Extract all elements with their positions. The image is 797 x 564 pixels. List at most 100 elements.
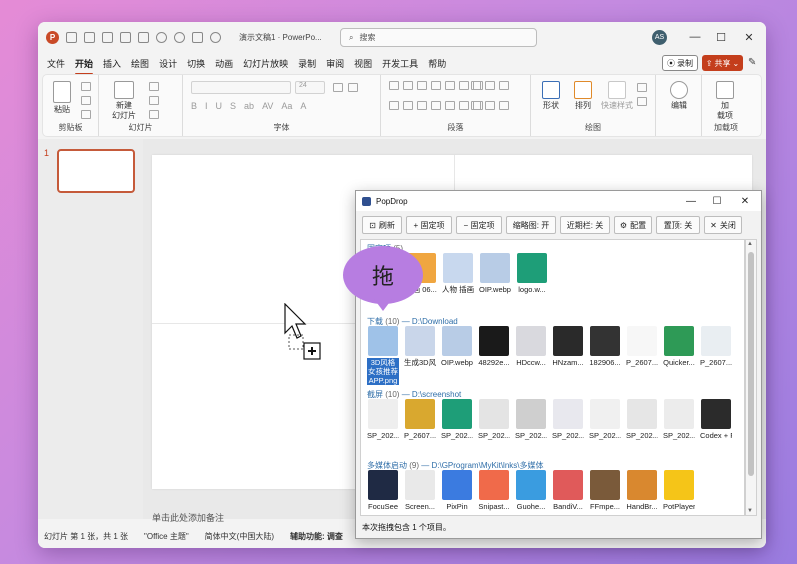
save-icon[interactable] (120, 31, 131, 43)
format-painter-icon[interactable] (81, 110, 91, 119)
popdrop-close-icon[interactable]: ✕ (732, 191, 758, 211)
file-item[interactable]: 48292e... (478, 326, 510, 385)
file-item[interactable]: PixPin (441, 470, 473, 511)
file-item[interactable]: OIP.webp (479, 253, 511, 294)
file-item[interactable]: FFmpe... (589, 470, 621, 511)
open-icon[interactable] (138, 31, 149, 43)
toolbar-button-0[interactable]: ⊡ 刷新 (362, 216, 402, 234)
copy-icon[interactable] (81, 96, 91, 105)
scroll-up-icon[interactable]: ▲ (747, 241, 753, 247)
new-file-icon[interactable] (102, 31, 113, 43)
file-item[interactable]: OIP.webp (441, 326, 473, 385)
font-format-button-3[interactable]: S (230, 101, 236, 111)
paragraph-button-icon[interactable] (485, 81, 495, 90)
shape-outline-icon[interactable] (637, 97, 647, 106)
toolbar-button-1[interactable]: + 固定项 (406, 216, 452, 234)
file-item[interactable]: 182906... (589, 326, 621, 385)
file-item[interactable]: BandiV... (552, 470, 584, 511)
addin-button[interactable]: 加 载项 (712, 81, 738, 121)
close-icon[interactable]: ✕ (732, 22, 766, 52)
paragraph-button-icon[interactable] (459, 101, 469, 110)
tab-11[interactable]: 开发工具 (382, 55, 418, 72)
file-item[interactable]: 人物 插画 参考 10... (442, 253, 474, 294)
paragraph-button-icon[interactable] (431, 81, 441, 90)
edit-button[interactable]: 编辑 (666, 81, 692, 111)
scroll-down-icon[interactable]: ▼ (747, 508, 753, 514)
paragraph-button-icon[interactable] (459, 81, 469, 90)
font-format-button-7[interactable]: A (300, 101, 306, 111)
quick-style-button[interactable]: 快速样式 (601, 81, 633, 111)
toolbar-button-5[interactable]: ⚙ 配置 (614, 216, 652, 234)
scrollbar-thumb[interactable] (748, 252, 754, 476)
paragraph-button-icon[interactable] (389, 101, 399, 110)
paragraph-button-icon[interactable] (445, 81, 455, 90)
file-item[interactable]: Quicker... (663, 326, 695, 385)
file-item[interactable]: P_2607... (700, 326, 732, 385)
file-item[interactable]: SP_202... (478, 399, 510, 440)
language[interactable]: 简体中文(中国大陆) (205, 531, 274, 542)
home-icon[interactable] (84, 31, 95, 43)
shape-button[interactable]: 形状 (537, 81, 565, 111)
cut-icon[interactable] (81, 82, 91, 91)
font-format-button-4[interactable]: ab (244, 101, 254, 111)
paragraph-button-icon[interactable] (471, 81, 481, 90)
tab-3[interactable]: 绘图 (131, 55, 149, 72)
popdrop-maximize-icon[interactable]: ☐ (704, 191, 730, 211)
file-item[interactable]: logo.w... (516, 253, 548, 294)
tab-10[interactable]: 视图 (354, 55, 372, 72)
paragraph-button-icon[interactable] (499, 81, 509, 90)
paragraph-button-icon[interactable] (389, 81, 399, 90)
tab-6[interactable]: 动画 (215, 55, 233, 72)
paragraph-button-icon[interactable] (499, 101, 509, 110)
file-item[interactable]: HNzam... (552, 326, 584, 385)
avatar[interactable]: AS (652, 30, 667, 45)
file-item[interactable]: FocuSee (367, 470, 399, 511)
undo-icon[interactable] (156, 31, 167, 43)
file-item[interactable]: HDccw... (515, 326, 547, 385)
toolbar-button-2[interactable]: − 固定项 (456, 216, 502, 234)
slide-thumbnail[interactable] (57, 149, 135, 193)
paragraph-button-icon[interactable] (403, 101, 413, 110)
tab-7[interactable]: 幻灯片放映 (243, 55, 288, 72)
font-family-select[interactable] (191, 81, 291, 94)
section-icon[interactable] (149, 110, 159, 119)
file-item[interactable]: PotPlayer (663, 470, 695, 511)
toolbar-button-7[interactable]: ✕ 关闭 (704, 216, 742, 234)
reset-icon[interactable] (149, 96, 159, 105)
toolbar-button-3[interactable]: 缩略图: 开 (506, 216, 556, 234)
shape-fill-icon[interactable] (637, 83, 647, 92)
file-item[interactable]: P_2607... (626, 326, 658, 385)
paragraph-button-icon[interactable] (445, 101, 455, 110)
file-item[interactable]: SP_202... (515, 399, 547, 440)
comment-icon[interactable]: ✎ (748, 57, 756, 68)
tab-4[interactable]: 设计 (159, 55, 177, 72)
file-item[interactable]: Screen... (404, 470, 436, 511)
file-item[interactable]: SP_202... (626, 399, 658, 440)
paragraph-button-icon[interactable] (417, 81, 427, 90)
font-size-select[interactable]: 24 (295, 81, 325, 94)
tab-12[interactable]: 帮助 (428, 55, 446, 72)
paste-button[interactable]: 粘贴 (49, 81, 75, 115)
font-format-button-2[interactable]: U (216, 101, 223, 111)
file-item[interactable]: Guohe... (515, 470, 547, 511)
file-item[interactable]: HandBr... (626, 470, 658, 511)
tab-2[interactable]: 插入 (103, 55, 121, 72)
paragraph-button-icon[interactable] (403, 81, 413, 90)
font-format-button-0[interactable]: B (191, 101, 197, 111)
paragraph-button-icon[interactable] (431, 101, 441, 110)
notes-placeholder[interactable]: 单击此处添加备注 (152, 511, 224, 524)
tab-8[interactable]: 录制 (298, 55, 316, 72)
file-item[interactable]: 生成3D风格豆包... (404, 326, 436, 385)
grow-font-icon[interactable] (333, 83, 343, 92)
tab-5[interactable]: 切换 (187, 55, 205, 72)
present-icon[interactable] (192, 31, 203, 43)
shrink-font-icon[interactable] (348, 83, 358, 92)
paragraph-button-icon[interactable] (417, 101, 427, 110)
record-button[interactable]: ⦿ 录制 (662, 55, 698, 71)
popdrop-minimize-icon[interactable]: — (678, 191, 704, 211)
touch-mode-icon[interactable] (210, 31, 221, 43)
file-item[interactable]: P_2607... (404, 399, 436, 440)
paragraph-button-icon[interactable] (485, 101, 495, 110)
search-input[interactable]: ⌕ 搜索 (340, 28, 537, 47)
file-item[interactable]: SP_202... (663, 399, 695, 440)
